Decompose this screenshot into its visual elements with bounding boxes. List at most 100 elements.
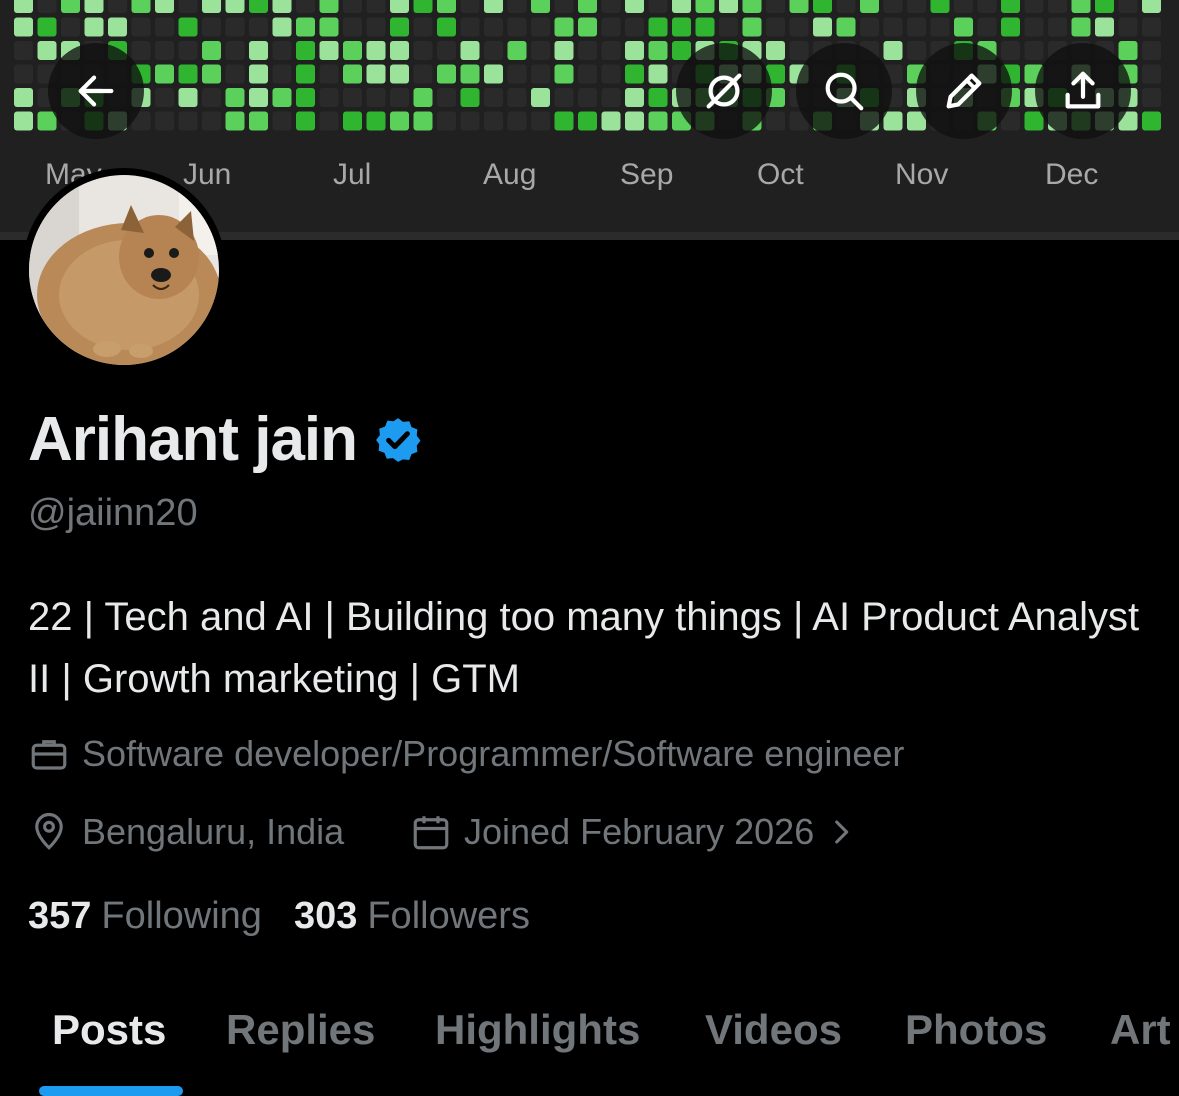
grid-cell [766, 17, 785, 37]
tab-photos[interactable]: Photos [905, 1006, 1047, 1054]
tab-articles[interactable]: Art [1110, 1006, 1171, 1054]
grid-cell [1142, 0, 1161, 13]
grid-cell [460, 41, 480, 60]
followers-link[interactable]: 303 Followers [294, 895, 530, 938]
joined-label: Joined February 2026 [464, 811, 815, 852]
grid-cell [319, 111, 339, 131]
grid-cell [907, 0, 926, 13]
grid-cell [366, 0, 386, 13]
grid-cell [84, 17, 104, 37]
joined-date-item[interactable]: Joined February 2026 [410, 811, 858, 853]
month-label-jul: Jul [333, 158, 372, 191]
calendar-icon [413, 816, 449, 850]
grid-cell [202, 64, 221, 84]
profession-item[interactable]: Software developer/Programmer/Software e… [28, 733, 904, 775]
grid-cell [484, 41, 503, 60]
grid-cell [554, 111, 574, 131]
grid-cell [366, 17, 386, 37]
grid-cell [1095, 17, 1114, 37]
grid-cell [1142, 88, 1161, 107]
grid-cell [531, 0, 550, 13]
grid-cell [14, 88, 33, 107]
grid-cell [437, 88, 456, 107]
grid-cell [1024, 41, 1044, 60]
profile-name-row: Arihant jain [28, 404, 423, 475]
chevron-right-icon [835, 820, 849, 844]
share-button[interactable] [1035, 43, 1131, 139]
grid-cell [343, 88, 362, 107]
grid-cell [202, 0, 221, 13]
grok-button[interactable] [676, 43, 772, 139]
grid-cell [14, 111, 33, 131]
grid-cell [61, 0, 80, 13]
grid-cell [14, 41, 33, 60]
grid-cell [225, 111, 245, 131]
grid-cell [507, 41, 527, 60]
grid-cell [601, 17, 621, 37]
profile-handle: @jaiinn20 [28, 492, 198, 534]
grid-cell [836, 17, 856, 37]
grid-cell [319, 17, 339, 37]
verified-badge-icon[interactable] [373, 415, 423, 465]
grid-cell [155, 88, 174, 107]
grid-cell [460, 111, 480, 131]
dog-avatar-image [29, 175, 219, 365]
grid-cell [813, 17, 832, 37]
followers-label: Followers [367, 895, 530, 937]
grid-cell [437, 17, 456, 37]
grid-cell [202, 17, 221, 37]
location-pin-icon [35, 812, 63, 850]
tab-posts[interactable]: Posts [52, 1006, 166, 1054]
grid-cell [1071, 17, 1091, 37]
grid-cell [883, 41, 903, 60]
grid-cell [14, 17, 33, 37]
grid-cell [836, 0, 856, 13]
grid-cell [178, 0, 198, 13]
grid-cell [249, 41, 268, 60]
grid-cell [601, 0, 621, 13]
following-link[interactable]: 357 Following [28, 895, 262, 938]
followers-count: 303 [293, 895, 358, 937]
grid-cell [178, 64, 198, 84]
grid-cell [1048, 17, 1067, 37]
avatar[interactable] [22, 168, 226, 372]
grid-cell [296, 41, 315, 60]
back-button[interactable] [48, 43, 144, 139]
grid-cell [413, 88, 433, 107]
grid-cell [225, 0, 245, 13]
grid-cell [343, 111, 362, 131]
grid-cell [343, 41, 362, 60]
profile-name: Arihant jain [28, 405, 358, 474]
grid-cell [625, 64, 644, 84]
grid-cell [319, 64, 339, 84]
grid-cell [531, 64, 550, 84]
edit-button[interactable] [916, 43, 1012, 139]
following-label: Following [101, 895, 262, 937]
grid-cell [484, 88, 503, 107]
arrow-left-icon [78, 75, 114, 107]
grid-cell [390, 17, 409, 37]
grid-cell [155, 64, 174, 84]
grid-cell [343, 0, 362, 13]
tab-videos[interactable]: Videos [705, 1006, 842, 1054]
grid-cell [460, 17, 480, 37]
grid-cell [625, 41, 644, 60]
grid-cell [131, 0, 151, 13]
grid-cell [1048, 0, 1067, 13]
grid-cell [1095, 0, 1114, 13]
grid-cell [131, 41, 151, 60]
grid-cell [789, 17, 809, 37]
grid-cell [108, 0, 127, 13]
grid-cell [484, 64, 503, 84]
grid-cell [766, 111, 785, 131]
grid-cell [155, 111, 174, 131]
tab-highlights[interactable]: Highlights [435, 1006, 640, 1054]
grid-cell [319, 0, 339, 13]
tab-replies[interactable]: Replies [226, 1006, 375, 1054]
search-button[interactable] [796, 43, 892, 139]
grid-cell [155, 41, 174, 60]
grid-cell [507, 0, 527, 13]
grid-cell [531, 41, 550, 60]
grid-cell [131, 17, 151, 37]
grid-cell [648, 64, 668, 84]
